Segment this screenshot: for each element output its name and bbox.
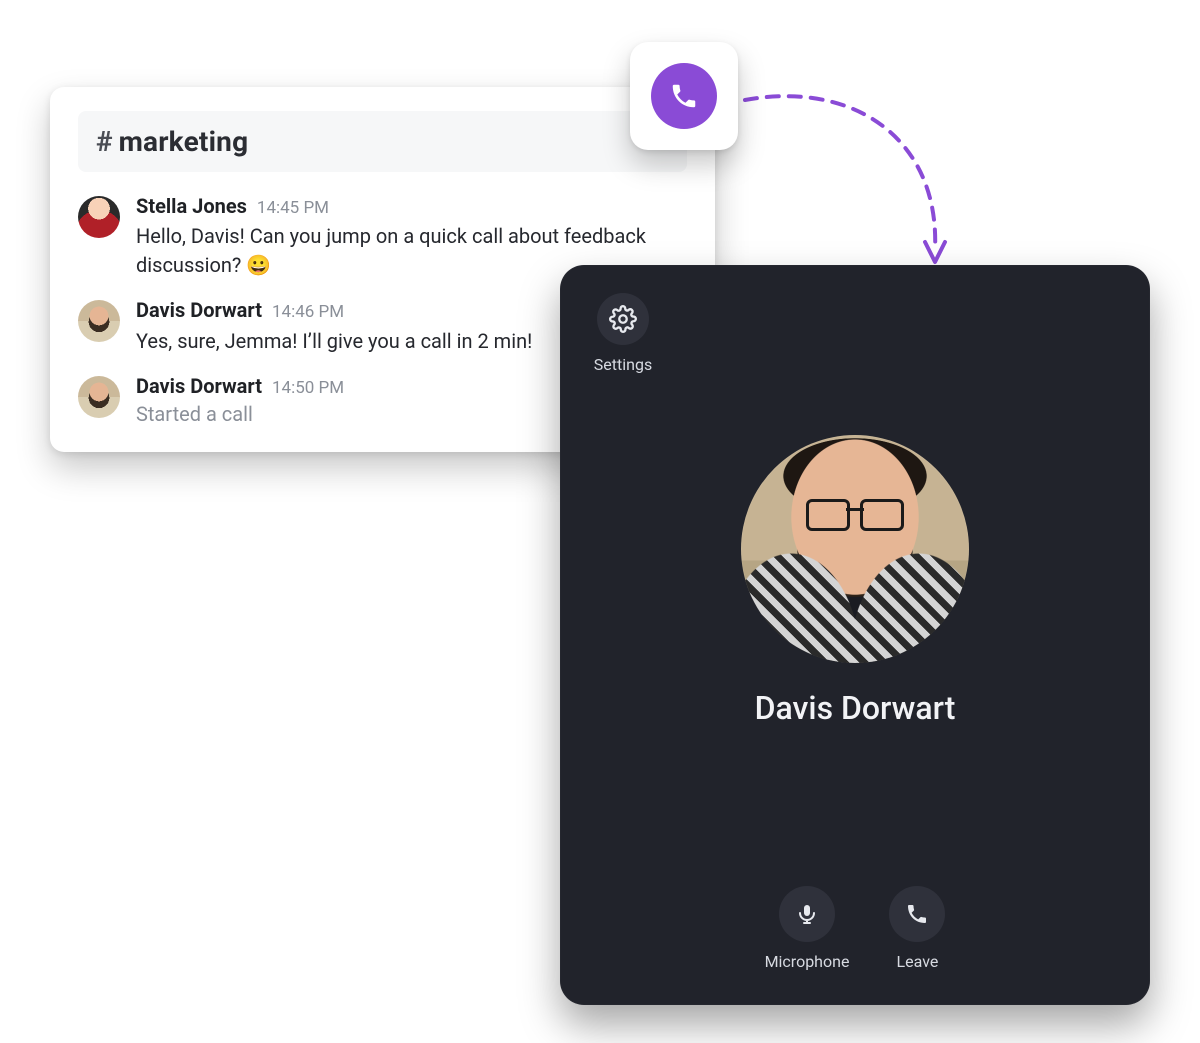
microphone-label: Microphone: [765, 952, 850, 971]
avatar[interactable]: [78, 300, 120, 342]
settings-area: Settings: [588, 293, 658, 374]
call-controls: Microphone Leave: [560, 886, 1150, 971]
microphone-button[interactable]: [779, 886, 835, 942]
hash-icon: #: [96, 125, 113, 158]
caller-avatar[interactable]: [741, 435, 969, 663]
phone-icon: [905, 902, 929, 926]
message-author[interactable]: Stella Jones: [136, 194, 247, 218]
channel-name: marketing: [119, 125, 249, 158]
channel-header[interactable]: # marketing: [78, 111, 687, 172]
connector-arrow-icon: [735, 70, 975, 280]
message-author[interactable]: Davis Dorwart: [136, 298, 262, 322]
phone-icon: [651, 63, 717, 129]
message-time: 14:45 PM: [257, 198, 329, 218]
call-window: Settings Davis Dorwart Microphone Leave: [560, 265, 1150, 1005]
phone-tile[interactable]: [630, 42, 738, 150]
settings-label: Settings: [588, 355, 658, 374]
avatar[interactable]: [78, 196, 120, 238]
message-author[interactable]: Davis Dorwart: [136, 374, 262, 398]
microphone-icon: [795, 902, 819, 926]
caller-info: Davis Dorwart: [741, 435, 969, 727]
message-time: 14:50 PM: [272, 378, 344, 398]
leave-label: Leave: [897, 952, 939, 971]
settings-button[interactable]: [597, 293, 649, 345]
avatar[interactable]: [78, 376, 120, 418]
caller-name: Davis Dorwart: [755, 689, 956, 727]
gear-icon: [609, 305, 637, 333]
leave-button[interactable]: [889, 886, 945, 942]
message-time: 14:46 PM: [272, 302, 344, 322]
